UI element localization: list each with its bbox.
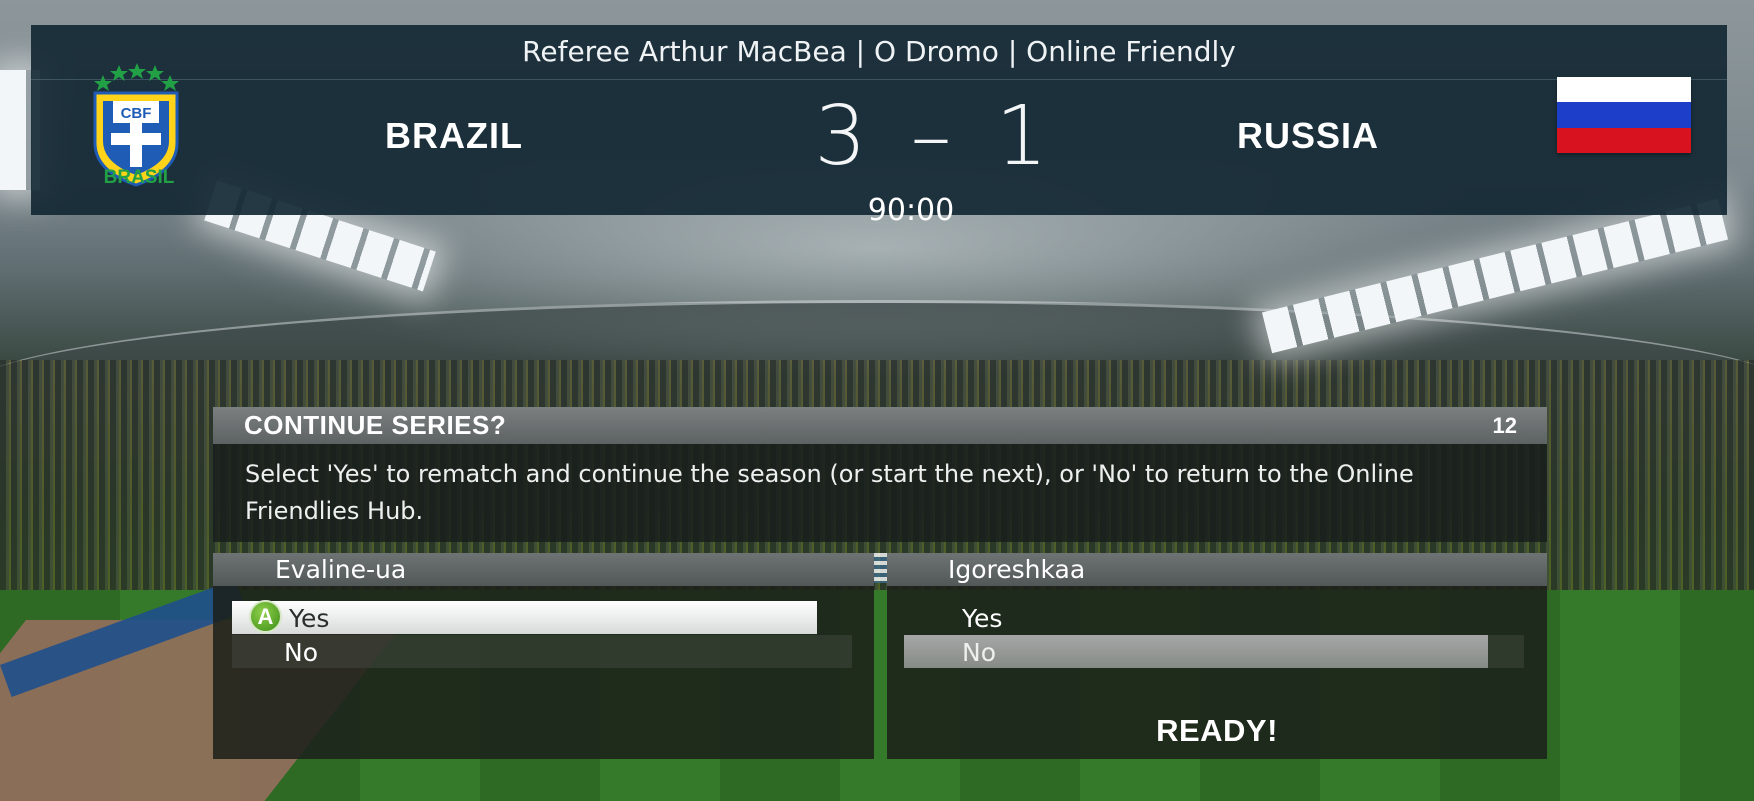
match-clock: 90:00 — [867, 193, 955, 228]
dialog-title: CONTINUE SERIES? — [244, 410, 507, 440]
goal-post — [874, 553, 887, 583]
option-label: Yes — [289, 604, 330, 633]
score-separator: – — [910, 89, 952, 184]
brazil-crest-label: BRASIL — [103, 167, 175, 188]
scoreboard: Referee Arthur MacBea | O Dromo | Online… — [31, 25, 1727, 228]
countdown-timer: 12 — [1492, 413, 1517, 438]
option-yes-right[interactable]: Yes — [904, 601, 1489, 634]
home-team-name: BRAZIL — [385, 115, 523, 156]
option-label: No — [962, 638, 996, 667]
ready-status: READY! — [1156, 713, 1278, 748]
player-name-bar: Evaline-ua — [213, 553, 874, 586]
a-button-icon: A — [249, 600, 282, 633]
option-yes-left[interactable]: A Yes — [232, 600, 817, 634]
player-name-bar: Igoreshkaa — [887, 553, 1547, 586]
away-score: 1 — [995, 89, 1048, 184]
player-panel-right: Igoreshkaa Yes No READY! — [887, 553, 1547, 759]
player-panel-left: Evaline-ua A Yes No — [213, 553, 874, 759]
match-info-header: Referee Arthur MacBea | O Dromo | Online… — [31, 25, 1727, 80]
option-no-right[interactable]: No — [904, 635, 1488, 668]
crest-text: CBF — [121, 105, 152, 122]
russia-flag-icon — [1557, 77, 1691, 153]
score: 3–1 — [731, 87, 1131, 187]
home-score: 3 — [814, 89, 867, 184]
option-label: Yes — [962, 604, 1003, 633]
dialog-message: Select 'Yes' to rematch and continue the… — [245, 460, 1414, 525]
dialog-title-bar: CONTINUE SERIES? 12 — [213, 407, 1547, 444]
option-label: No — [284, 638, 318, 667]
dialog-body: Select 'Yes' to rematch and continue the… — [213, 444, 1547, 542]
option-no-left[interactable]: No — [232, 635, 852, 668]
player-name-right: Igoreshkaa — [948, 555, 1086, 584]
away-team-name: RUSSIA — [1237, 115, 1380, 156]
player-name-left: Evaline-ua — [275, 555, 407, 584]
